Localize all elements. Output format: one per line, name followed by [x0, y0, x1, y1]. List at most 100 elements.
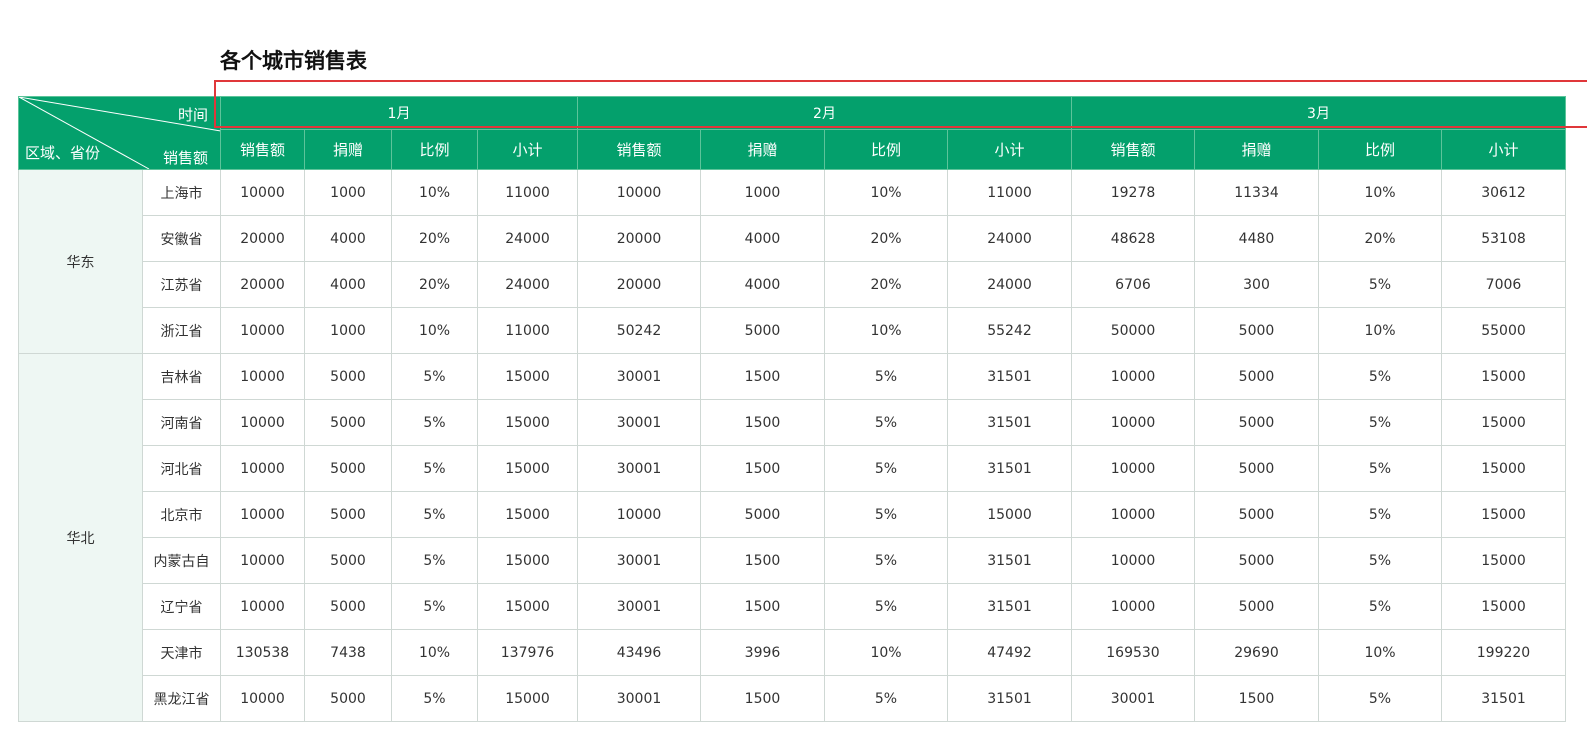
value-cell: 47492 [947, 629, 1072, 676]
value-cell: 10% [824, 169, 948, 216]
value-cell: 30001 [577, 399, 701, 446]
province-cell: 上海市 [142, 169, 221, 216]
value-cell: 130538 [220, 629, 305, 676]
value-cell: 10% [391, 307, 478, 354]
value-cell: 10000 [1071, 583, 1195, 630]
table-row: 华北 吉林省 10000 5000 5% 15000 30001 1500 5% 31501 100… [18, 353, 1566, 722]
value-cell: 5000 [1194, 307, 1319, 354]
value-cell: 5% [824, 353, 948, 400]
value-cell: 29690 [1194, 629, 1319, 676]
value-cell: 1000 [304, 169, 392, 216]
value-cell: 5% [1318, 491, 1442, 538]
value-cell: 10000 [220, 445, 305, 492]
col-header-donation: 捐赠 [304, 129, 392, 170]
value-cell: 20000 [577, 215, 701, 262]
value-cell: 15000 [477, 353, 578, 400]
value-cell: 4000 [700, 215, 825, 262]
value-cell: 20% [824, 215, 948, 262]
value-cell: 31501 [1441, 675, 1566, 722]
value-cell: 15000 [1441, 445, 1566, 492]
value-cell: 5% [824, 537, 948, 584]
value-cell: 5% [391, 537, 478, 584]
value-cell: 30001 [577, 675, 701, 722]
table-row: 江苏省 20000 4000 20% 24000 20000 4000 20% 24000 670… [19, 261, 1566, 308]
value-cell: 55000 [1441, 307, 1566, 354]
value-cell: 5% [391, 583, 478, 630]
value-cell: 48628 [1071, 215, 1195, 262]
value-cell: 5% [1318, 261, 1442, 308]
value-cell: 5000 [1194, 353, 1319, 400]
value-cell: 169530 [1071, 629, 1195, 676]
value-cell: 30612 [1441, 169, 1566, 216]
value-cell: 31501 [947, 353, 1072, 400]
value-cell: 10% [391, 629, 478, 676]
value-cell: 20% [391, 261, 478, 308]
value-cell: 43496 [577, 629, 701, 676]
value-cell: 24000 [947, 261, 1072, 308]
value-cell: 31501 [947, 445, 1072, 492]
table-row: 内蒙古自 10000 5000 5% 15000 30001 1500 5% 31501 1000… [19, 537, 1566, 584]
value-cell: 30001 [577, 353, 701, 400]
value-cell: 5% [1318, 399, 1442, 446]
value-cell: 55242 [947, 307, 1072, 354]
value-cell: 10000 [577, 491, 701, 538]
col-header-sales: 销售额 [1071, 129, 1195, 170]
report-title: 各个城市销售表 [220, 49, 367, 73]
value-cell: 10% [391, 169, 478, 216]
value-cell: 7006 [1441, 261, 1566, 308]
value-cell: 5000 [304, 491, 392, 538]
value-cell: 30001 [577, 537, 701, 584]
value-cell: 5% [1318, 583, 1442, 630]
value-cell: 10000 [577, 169, 701, 216]
value-cell: 10000 [220, 675, 305, 722]
value-cell: 5% [824, 675, 948, 722]
table-row: 黑龙江省 10000 5000 5% 15000 30001 1500 5% 31501 3000… [19, 675, 1566, 722]
value-cell: 31501 [947, 583, 1072, 630]
value-cell: 5000 [1194, 445, 1319, 492]
province-cell: 浙江省 [142, 307, 221, 354]
value-cell: 15000 [1441, 353, 1566, 400]
value-cell: 4000 [700, 261, 825, 308]
value-cell: 24000 [477, 261, 578, 308]
province-cell: 安徽省 [142, 215, 221, 262]
province-cell: 辽宁省 [142, 583, 221, 630]
value-cell: 31501 [947, 675, 1072, 722]
value-cell: 5% [391, 491, 478, 538]
value-cell: 10000 [220, 353, 305, 400]
value-cell: 10000 [1071, 491, 1195, 538]
value-cell: 5% [1318, 537, 1442, 584]
value-cell: 24000 [477, 215, 578, 262]
value-cell: 5000 [700, 491, 825, 538]
value-cell: 1500 [700, 399, 825, 446]
value-cell: 11000 [947, 169, 1072, 216]
value-cell: 15000 [1441, 583, 1566, 630]
value-cell: 1500 [700, 537, 825, 584]
month-header-2: 2月 [577, 96, 1072, 130]
value-cell: 5% [1318, 445, 1442, 492]
value-cell: 10000 [1071, 399, 1195, 446]
value-cell: 7438 [304, 629, 392, 676]
value-cell: 1500 [700, 353, 825, 400]
value-cell: 5000 [1194, 491, 1319, 538]
value-cell: 10% [824, 629, 948, 676]
value-cell: 10000 [220, 491, 305, 538]
province-cell: 黑龙江省 [142, 675, 221, 722]
region-cell: 华东 [18, 169, 143, 354]
region-cell: 华北 [18, 353, 143, 722]
value-cell: 5% [824, 445, 948, 492]
province-cell: 天津市 [142, 629, 221, 676]
col-header-sales: 销售额 [577, 129, 701, 170]
value-cell: 5% [391, 399, 478, 446]
value-cell: 5% [391, 353, 478, 400]
value-cell: 10% [1318, 629, 1442, 676]
value-cell: 20% [1318, 215, 1442, 262]
table-body: 华东 上海市 10000 1000 10% 11000 10000 1000 10% 11000 1… [18, 169, 1566, 722]
value-cell: 6706 [1071, 261, 1195, 308]
value-cell: 30001 [577, 583, 701, 630]
value-cell: 53108 [1441, 215, 1566, 262]
value-cell: 1500 [700, 445, 825, 492]
province-cell: 北京市 [142, 491, 221, 538]
value-cell: 1000 [304, 307, 392, 354]
value-cell: 31501 [947, 399, 1072, 446]
value-cell: 5000 [304, 675, 392, 722]
